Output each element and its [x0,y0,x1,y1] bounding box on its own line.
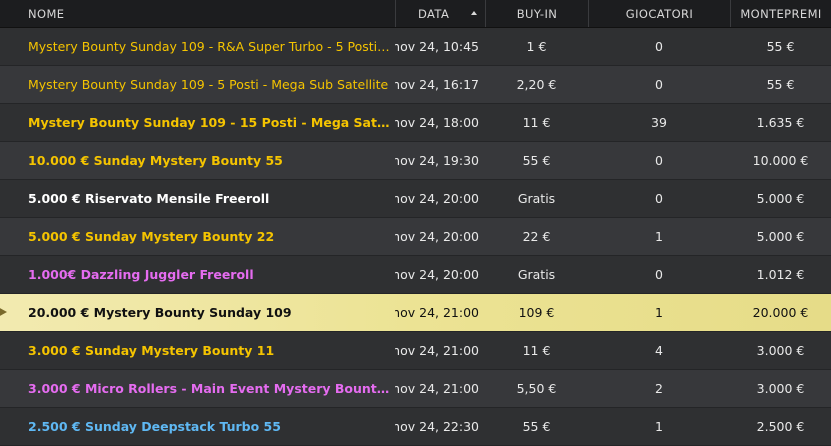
tournament-prize: 2.500 € [756,419,805,434]
tournament-date: nov 24, 19:30 [395,153,479,168]
tournament-players: 2 [655,381,663,396]
tournament-prize: 10.000 € [752,153,809,168]
tournament-players: 0 [655,77,663,92]
tournament-prize: 1.635 € [756,115,805,130]
column-header-buyin[interactable]: BUY-IN [485,0,588,27]
tournament-buyin: 1 € [526,39,547,54]
tournament-buyin: 109 € [518,305,555,320]
tournament-players: 0 [655,191,663,206]
table-row[interactable]: Mystery Bounty Sunday 109 - R&A Super Tu… [0,28,831,66]
tournament-buyin: 5,50 € [516,381,557,396]
tournament-name: 20.000 € Mystery Bounty Sunday 109 [28,305,292,320]
tournament-name: Mystery Bounty Sunday 109 - 5 Posti - Me… [28,77,389,92]
tournament-buyin: Gratis [517,267,556,282]
tournament-date: nov 24, 22:30 [395,419,479,434]
tournament-buyin: 22 € [522,229,551,244]
tournament-date: nov 24, 20:00 [395,229,479,244]
table-row[interactable]: 5.000 € Sunday Mystery Bounty 22 nov 24,… [0,218,831,256]
table-row[interactable]: 5.000 € Riservato Mensile Freeroll nov 2… [0,180,831,218]
column-header-name[interactable]: NOME [0,0,395,27]
table-row[interactable]: 3.000 € Sunday Mystery Bounty 11 nov 24,… [0,332,831,370]
table-row[interactable]: 1.000€ Dazzling Juggler Freeroll nov 24,… [0,256,831,294]
tournament-prize: 5.000 € [756,229,805,244]
tournament-buyin: 11 € [522,115,551,130]
tournament-players: 1 [655,229,663,244]
tournament-date: nov 24, 21:00 [395,305,479,320]
tournament-name: 3.000 € Sunday Mystery Bounty 11 [28,343,275,358]
tournament-name: Mystery Bounty Sunday 109 - R&A Super Tu… [28,39,390,54]
tournament-name: 1.000€ Dazzling Juggler Freeroll [28,267,254,282]
tournament-buyin: 2,20 € [516,77,557,92]
tournament-players: 1 [655,419,663,434]
tournament-players: 4 [655,343,663,358]
tournament-date: nov 24, 21:00 [395,381,479,396]
table-row[interactable]: 10.000 € Sunday Mystery Bounty 55 nov 24… [0,142,831,180]
tournament-players: 39 [651,115,667,130]
column-header-date[interactable]: DATA [395,0,485,27]
tournament-name: Mystery Bounty Sunday 109 - 15 Posti - M… [28,115,395,130]
tournament-buyin: Gratis [517,191,556,206]
tournament-buyin: 55 € [522,153,551,168]
tournament-name: 10.000 € Sunday Mystery Bounty 55 [28,153,283,168]
table-row[interactable]: 2.500 € Sunday Deepstack Turbo 55 nov 24… [0,408,831,446]
tournament-name: 3.000 € Micro Rollers - Main Event Myste… [28,381,395,396]
tournament-date: nov 24, 10:45 [395,39,479,54]
tournament-date: nov 24, 21:00 [395,343,479,358]
table-row[interactable]: Mystery Bounty Sunday 109 - 5 Posti - Me… [0,66,831,104]
tournament-date: nov 24, 20:00 [395,191,479,206]
sort-ascending-icon [471,11,477,15]
tournament-prize: 3.000 € [756,343,805,358]
tournament-players: 0 [655,39,663,54]
tournament-players: 0 [655,153,663,168]
tournament-prize: 55 € [766,39,795,54]
table-header: NOME DATA BUY-IN GIOCATORI MONTEPREMI [0,0,831,28]
tournament-prize: 1.012 € [756,267,805,282]
tournament-players: 0 [655,267,663,282]
column-header-players[interactable]: GIOCATORI [588,0,730,27]
tournament-name: 2.500 € Sunday Deepstack Turbo 55 [28,419,281,434]
table-row[interactable]: 3.000 € Micro Rollers - Main Event Myste… [0,370,831,408]
tournament-prize: 5.000 € [756,191,805,206]
tournament-prize: 55 € [766,77,795,92]
tournament-name: 5.000 € Sunday Mystery Bounty 22 [28,229,275,244]
tournament-buyin: 55 € [522,419,551,434]
tournament-prize: 20.000 € [752,305,809,320]
tournament-table: NOME DATA BUY-IN GIOCATORI MONTEPREMI My… [0,0,831,446]
tournament-prize: 3.000 € [756,381,805,396]
tournament-players: 1 [655,305,663,320]
table-row[interactable]: Mystery Bounty Sunday 109 - 15 Posti - M… [0,104,831,142]
tournament-date: nov 24, 16:17 [395,77,479,92]
tournament-name: 5.000 € Riservato Mensile Freeroll [28,191,270,206]
tournament-date: nov 24, 20:00 [395,267,479,282]
tournament-buyin: 11 € [522,343,551,358]
table-row-selected[interactable]: 20.000 € Mystery Bounty Sunday 109 nov 2… [0,294,831,332]
column-header-date-label: DATA [418,6,450,21]
tournament-date: nov 24, 18:00 [395,115,479,130]
column-header-prize[interactable]: MONTEPREMI [730,0,831,27]
